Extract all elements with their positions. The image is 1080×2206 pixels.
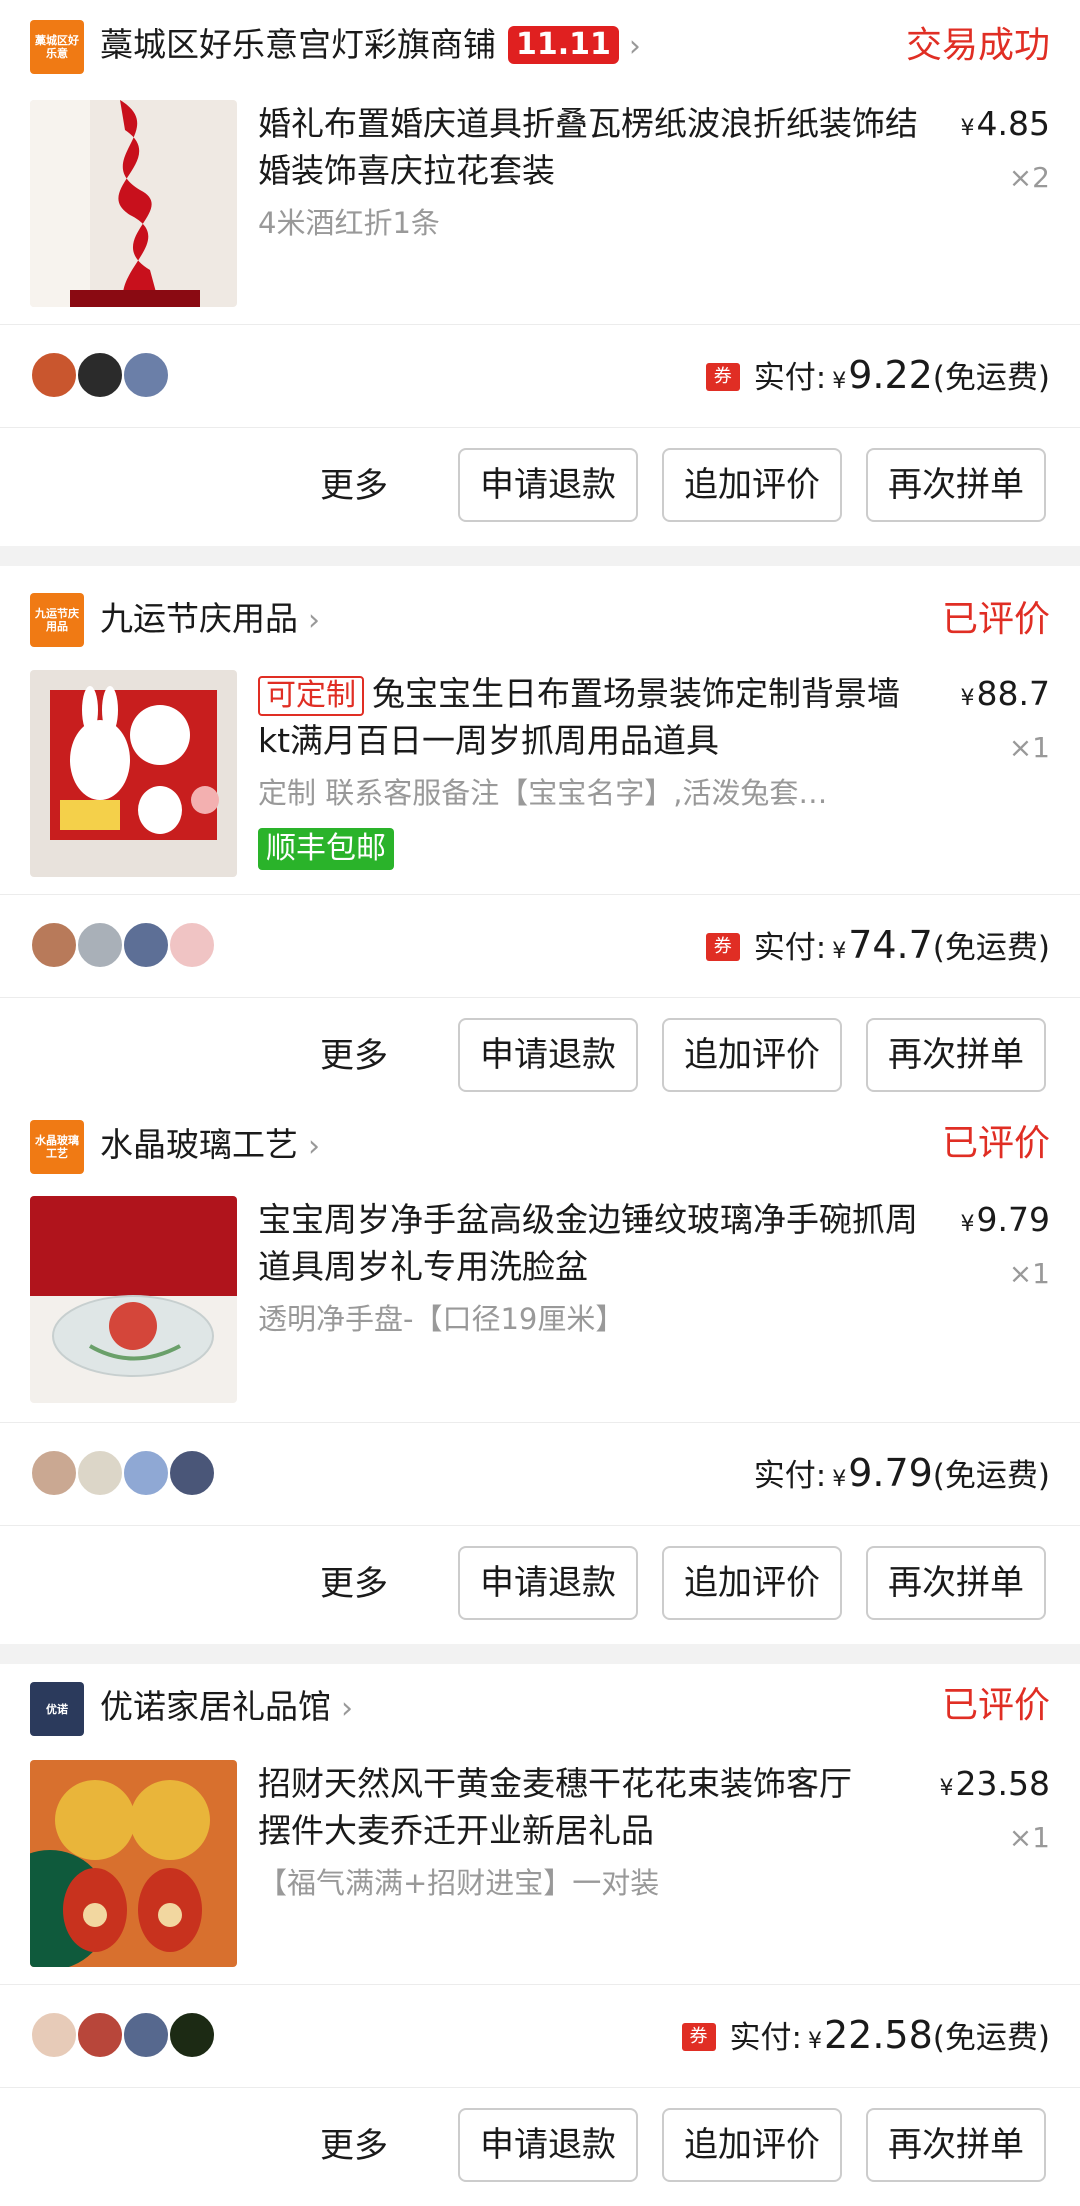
shop-logo: 优诺 — [30, 1682, 84, 1736]
add-review-button[interactable]: 追加评价 — [662, 1018, 842, 1092]
product-image[interactable] — [30, 670, 237, 877]
paid-amount: 实付: ¥9.79(免运费) — [753, 1451, 1050, 1495]
refund-button[interactable]: 申请退款 — [458, 1018, 638, 1092]
product-spec: 定制 联系客服备注【宝宝名字】,活泼兔套… — [258, 776, 828, 810]
shop-logo: 藁城区好乐意 — [30, 20, 84, 74]
free-shipping-badge: 顺丰包邮 — [258, 828, 394, 870]
product-spec: 4米酒红折1条 — [258, 206, 440, 240]
product-spec: 【福气满满+招财进宝】一对装 — [258, 1866, 660, 1900]
avatar — [76, 2011, 124, 2059]
order-status: 已评价 — [941, 599, 1050, 640]
product-quantity: ×1 — [1008, 1821, 1050, 1854]
shop-logo: 水晶玻璃工艺 — [30, 1120, 84, 1174]
paid-amount: 券实付: ¥22.58(免运费) — [681, 2009, 1050, 2068]
separator — [0, 546, 1080, 566]
product-price: ¥4.85 — [960, 104, 1050, 143]
product-row[interactable]: 婚礼布置婚庆道具折叠瓦楞纸波浪折纸装饰结婚装饰喜庆拉花套装 4米酒红折1条 ¥4… — [0, 100, 1080, 324]
action-row: 更多 申请退款 追加评价 再次拼单 — [0, 428, 1080, 546]
order-card: 优诺 优诺家居礼品馆 › 已评价 招财天然风干黄金麦穗干花花束装饰客厅摆件大麦乔迁… — [0, 1664, 1080, 2206]
shop-name[interactable]: 水晶玻璃工艺 › — [100, 1122, 320, 1170]
chevron-right-icon: › — [341, 1691, 353, 1726]
refund-button[interactable]: 申请退款 — [458, 1546, 638, 1620]
chevron-right-icon: › — [308, 603, 320, 638]
product-title[interactable]: 招财天然风干黄金麦穗干花花束装饰客厅摆件大麦乔迁开业新居礼品 — [258, 1760, 878, 1854]
avatar — [30, 2011, 78, 2059]
shop-header[interactable]: 藁城区好乐意 藁城区好乐意宫灯彩旗商铺 11.11 › 交易成功 — [0, 0, 1080, 100]
separator — [0, 1644, 1080, 1664]
avatar — [122, 351, 170, 399]
product-title[interactable]: 宝宝周岁净手盆高级金边锤纹玻璃净手碗抓周道具周岁礼专用洗脸盆 — [258, 1196, 918, 1290]
avatar — [122, 1449, 170, 1497]
product-image[interactable] — [30, 1760, 237, 1967]
action-row: 更多 申请退款 追加评价 再次拼单 — [0, 998, 1080, 1116]
product-price: ¥88.7 — [960, 674, 1050, 713]
product-row[interactable]: 可定制 兔宝宝生日布置场景装饰定制背景墙kt满月百日一周岁抓周用品道具 定制 联系… — [0, 670, 1080, 894]
add-review-button[interactable]: 追加评价 — [662, 2108, 842, 2182]
action-row: 更多 申请退款 追加评价 再次拼单 — [0, 2088, 1080, 2206]
payment-row: 券实付: ¥9.22(免运费) — [0, 325, 1080, 427]
rebuy-button[interactable]: 再次拼单 — [866, 2108, 1046, 2182]
more-button[interactable]: 更多 — [320, 1560, 388, 1608]
order-card: 水晶玻璃工艺 水晶玻璃工艺 › 已评价 宝宝周岁净手盆高级金边锤纹玻璃净手碗抓周道… — [0, 1116, 1080, 1644]
avatar — [168, 921, 216, 969]
shop-name[interactable]: 藁城区好乐意宫灯彩旗商铺 11.11 › — [100, 22, 641, 70]
order-status: 交易成功 — [905, 25, 1050, 66]
add-review-button[interactable]: 追加评价 — [662, 448, 842, 522]
customizable-tag: 可定制 — [258, 676, 364, 716]
shop-logo: 九运节庆用品 — [30, 593, 84, 647]
refund-button[interactable]: 申请退款 — [458, 2108, 638, 2182]
product-quantity: ×1 — [1008, 1257, 1050, 1290]
add-review-button[interactable]: 追加评价 — [662, 1546, 842, 1620]
product-title[interactable]: 婚礼布置婚庆道具折叠瓦楞纸波浪折纸装饰结婚装饰喜庆拉花套装 — [258, 100, 918, 194]
shop-header[interactable]: 优诺 优诺家居礼品馆 › 已评价 — [0, 1664, 1080, 1760]
shop-name[interactable]: 优诺家居礼品馆 › — [100, 1684, 353, 1732]
coupon-icon: 券 — [705, 933, 740, 961]
avatar — [76, 351, 124, 399]
product-image[interactable] — [30, 100, 237, 307]
product-quantity: ×2 — [1008, 161, 1050, 194]
product-row[interactable]: 招财天然风干黄金麦穗干花花束装饰客厅摆件大麦乔迁开业新居礼品 【福气满满+招财进… — [0, 1760, 1080, 1984]
paid-amount: 券实付: ¥74.7(免运费) — [705, 919, 1050, 978]
payment-row: 券实付: ¥74.7(免运费) — [0, 895, 1080, 997]
order-card: 九运节庆用品 九运节庆用品 › 已评价 可定制 兔宝宝生日布置场景装饰定制背景墙kt… — [0, 566, 1080, 1116]
coupon-icon: 券 — [705, 363, 740, 391]
avatar — [168, 2011, 216, 2059]
rebuy-button[interactable]: 再次拼单 — [866, 1018, 1046, 1092]
product-price: ¥9.79 — [960, 1200, 1050, 1239]
paid-amount: 券实付: ¥9.22(免运费) — [705, 349, 1050, 408]
shop-header[interactable]: 九运节庆用品 九运节庆用品 › 已评价 — [0, 566, 1080, 670]
more-button[interactable]: 更多 — [320, 2122, 388, 2170]
avatar — [168, 1449, 216, 1497]
shop-header[interactable]: 水晶玻璃工艺 水晶玻璃工艺 › 已评价 — [0, 1116, 1080, 1196]
more-button[interactable]: 更多 — [320, 1032, 388, 1080]
product-row[interactable]: 宝宝周岁净手盆高级金边锤纹玻璃净手碗抓周道具周岁礼专用洗脸盆 透明净手盘-【口径… — [0, 1196, 1080, 1422]
order-status: 已评价 — [941, 1685, 1050, 1726]
avatar — [76, 1449, 124, 1497]
refund-button[interactable]: 申请退款 — [458, 448, 638, 522]
chevron-right-icon: › — [628, 29, 641, 64]
product-title[interactable]: 可定制 兔宝宝生日布置场景装饰定制背景墙kt满月百日一周岁抓周用品道具 — [258, 670, 918, 764]
more-button[interactable]: 更多 — [320, 462, 388, 510]
product-spec: 透明净手盘-【口径19厘米】 — [258, 1302, 625, 1336]
avatar — [30, 921, 78, 969]
avatar — [30, 1449, 78, 1497]
payment-row: 实付: ¥9.79(免运费) — [0, 1423, 1080, 1525]
chevron-right-icon: › — [308, 1129, 320, 1164]
product-price: ¥23.58 — [939, 1764, 1050, 1803]
shop-name[interactable]: 九运节庆用品 › — [100, 596, 320, 644]
rebuy-button[interactable]: 再次拼单 — [866, 1546, 1046, 1620]
avatar — [122, 2011, 170, 2059]
avatar — [122, 921, 170, 969]
action-row: 更多 申请退款 追加评价 再次拼单 — [0, 1526, 1080, 1644]
promo-badge: 11.11 — [508, 26, 619, 64]
payment-row: 券实付: ¥22.58(免运费) — [0, 1985, 1080, 2087]
avatar — [30, 351, 78, 399]
order-status: 已评价 — [941, 1123, 1050, 1164]
rebuy-button[interactable]: 再次拼单 — [866, 448, 1046, 522]
coupon-icon: 券 — [681, 2023, 716, 2051]
avatar — [76, 921, 124, 969]
product-image[interactable] — [30, 1196, 237, 1403]
order-card: 藁城区好乐意 藁城区好乐意宫灯彩旗商铺 11.11 › 交易成功 婚礼布置婚庆道具折… — [0, 0, 1080, 546]
product-quantity: ×1 — [1008, 731, 1050, 764]
